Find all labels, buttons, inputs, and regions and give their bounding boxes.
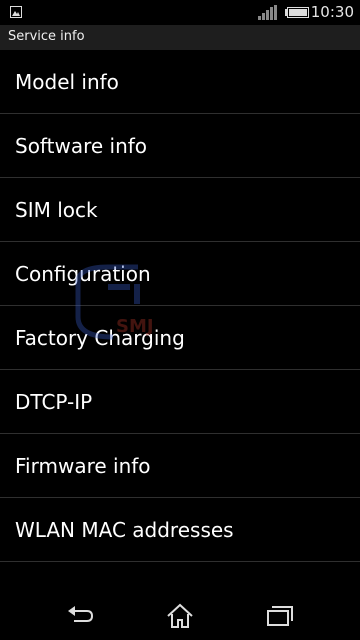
menu-item-firmware-info[interactable]: Firmware info	[0, 434, 360, 498]
recent-apps-icon[interactable]	[264, 602, 294, 630]
menu-item-label: WLAN MAC addresses	[15, 517, 234, 542]
menu-item-dtcp-ip[interactable]: DTCP-IP	[0, 370, 360, 434]
title-bar: Service info	[0, 25, 360, 50]
watermark-logo: SMJ	[75, 264, 154, 340]
home-icon[interactable]	[165, 602, 195, 630]
menu-item-label: Software info	[15, 133, 148, 158]
image-notification-icon	[10, 6, 22, 18]
menu-item-configuration[interactable]: Configuration	[0, 242, 360, 306]
navigation-bar	[0, 592, 360, 640]
menu-item-label: Firmware info	[15, 453, 151, 478]
menu-item-sim-lock[interactable]: SIM lock	[0, 178, 360, 242]
menu-item-label: DTCP-IP	[15, 389, 93, 414]
signal-icon	[258, 5, 277, 20]
status-clock: 10:30	[310, 3, 354, 21]
status-bar: 10:30	[0, 0, 360, 25]
menu-item-software-info[interactable]: Software info	[0, 114, 360, 178]
back-icon[interactable]	[65, 602, 95, 630]
battery-icon	[285, 7, 309, 18]
service-menu-list: Model info Software info SIM lock Config…	[0, 50, 360, 562]
menu-item-model-info[interactable]: Model info	[0, 50, 360, 114]
menu-item-wlan-mac-addresses[interactable]: WLAN MAC addresses	[0, 498, 360, 562]
watermark-text: SMJ	[116, 316, 154, 337]
page-title: Service info	[8, 29, 85, 44]
menu-item-factory-charging[interactable]: Factory Charging	[0, 306, 360, 370]
menu-item-label: Model info	[15, 69, 119, 94]
menu-item-label: SIM lock	[15, 197, 98, 222]
